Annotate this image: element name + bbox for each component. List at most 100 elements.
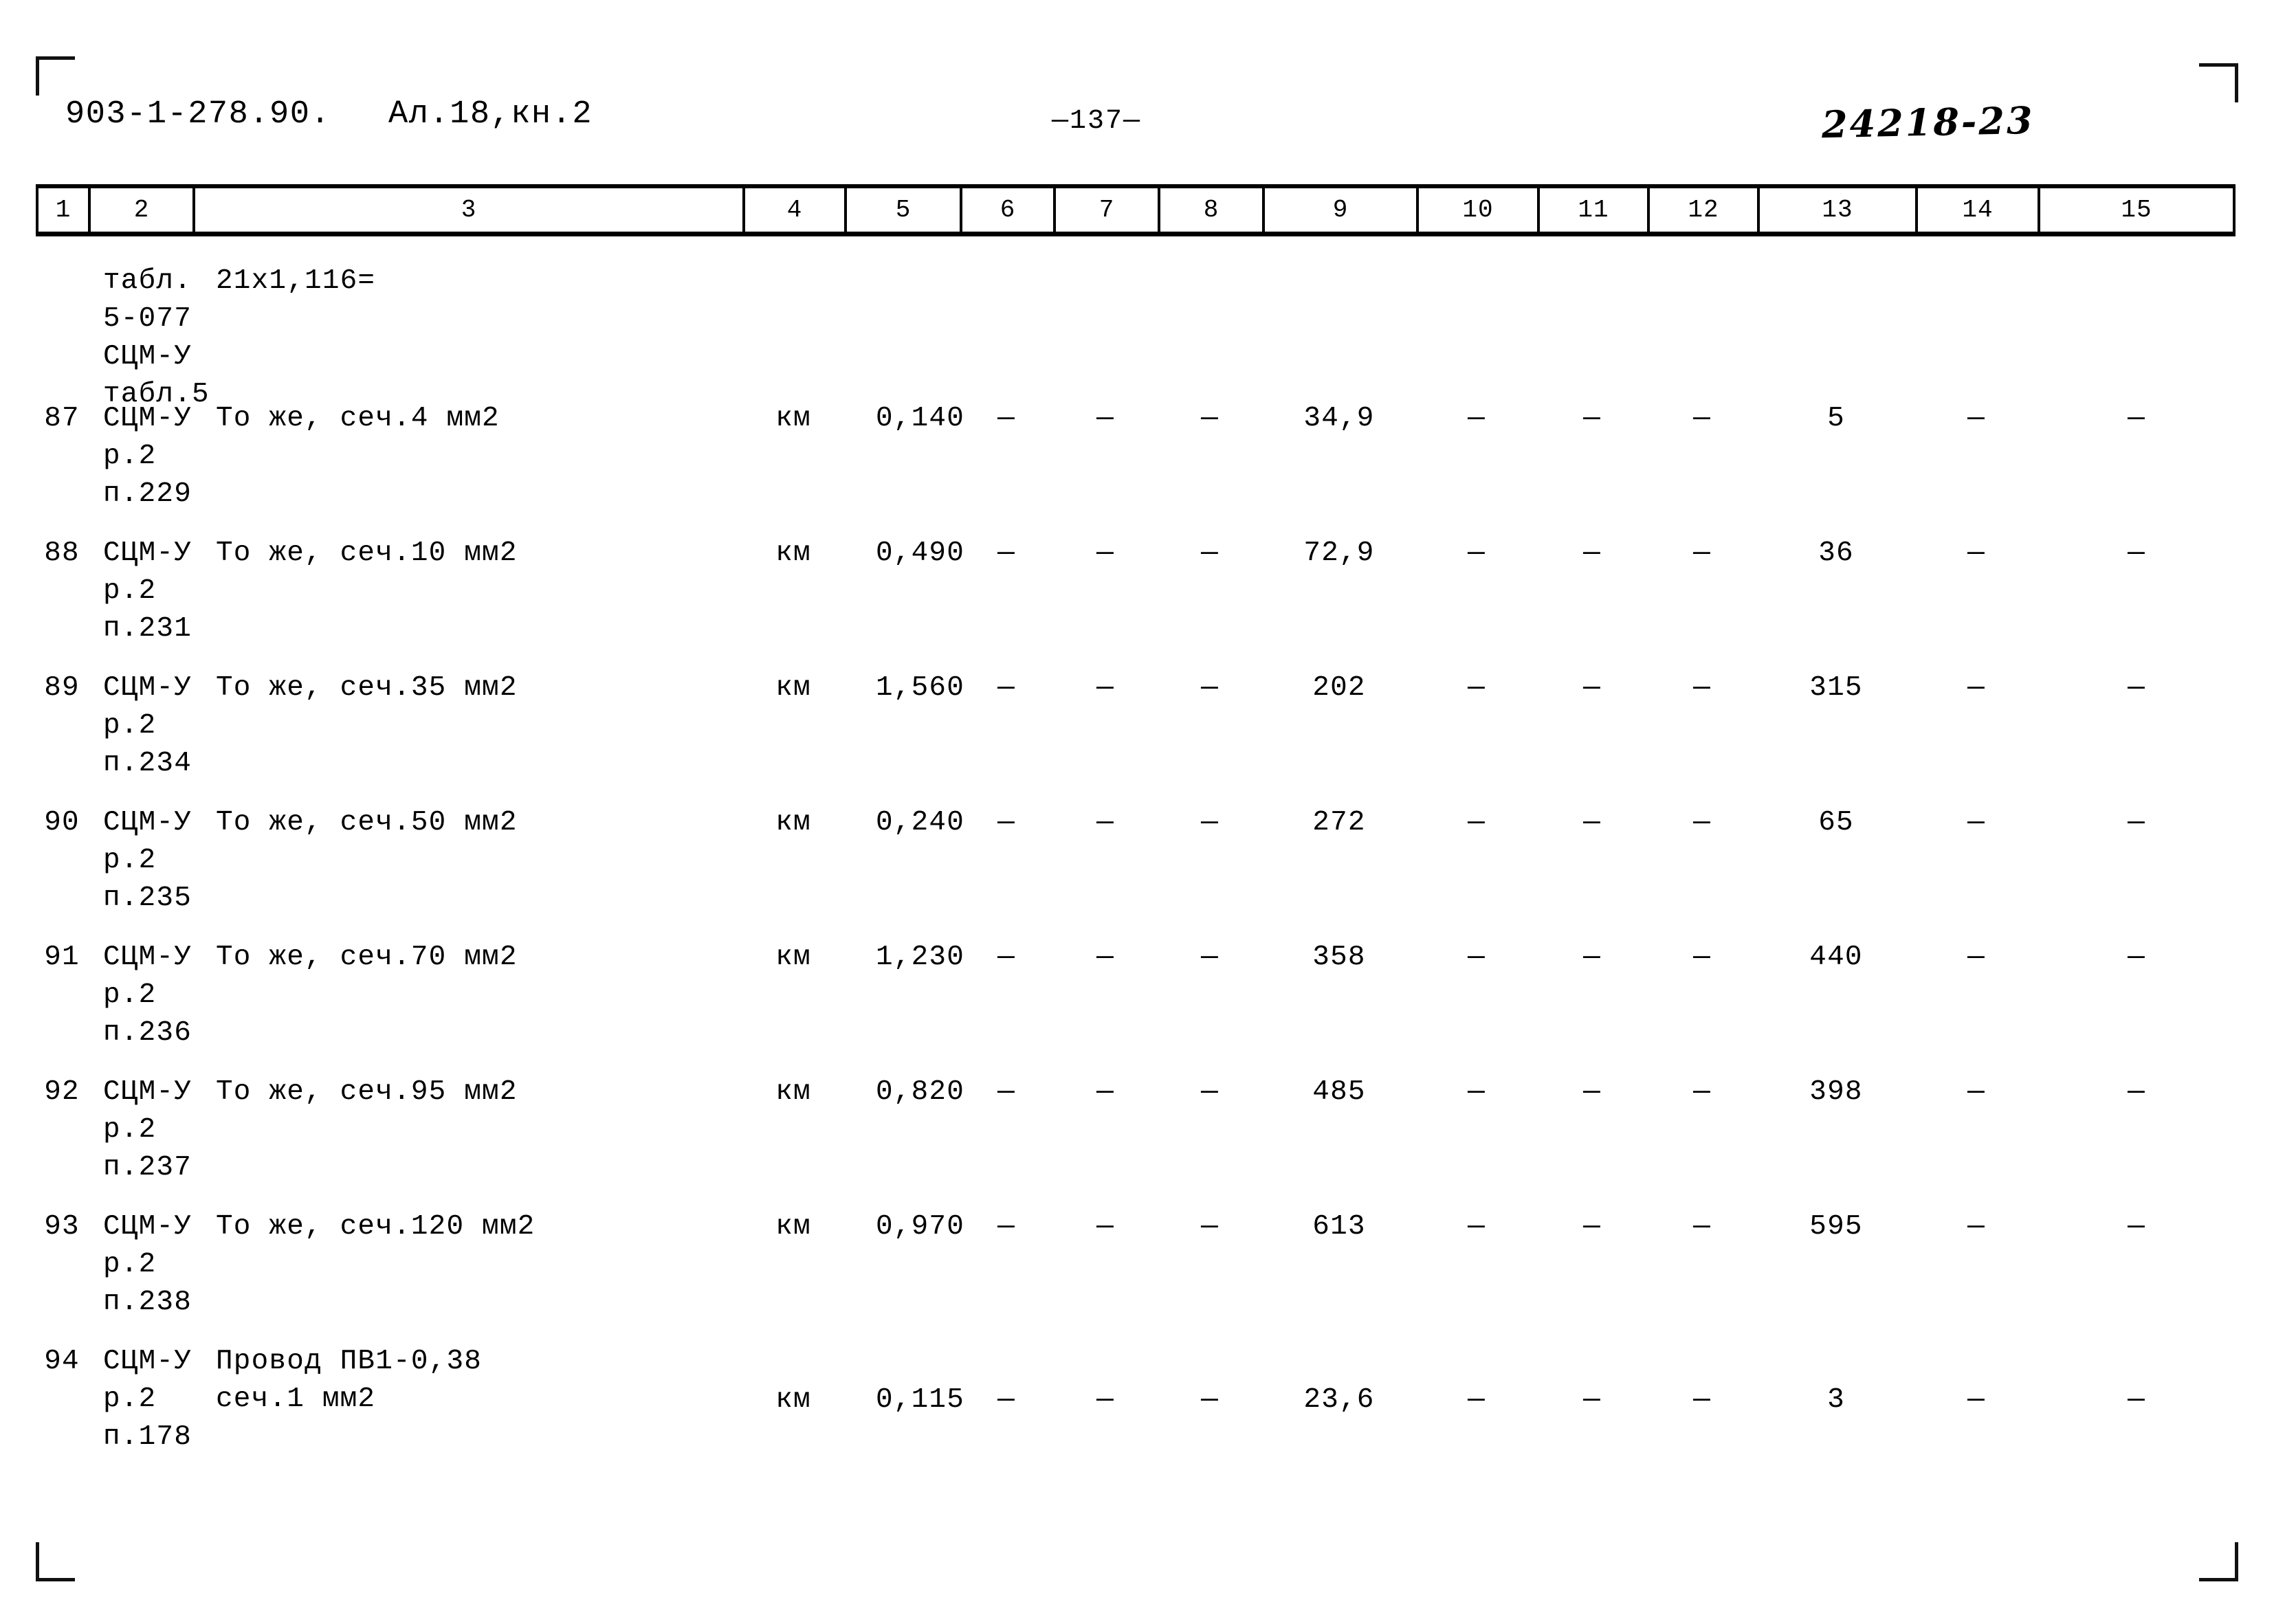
- cell-unit: км: [775, 1211, 811, 1243]
- cell-col6: —: [997, 807, 1015, 838]
- cell-col12: —: [1693, 807, 1711, 838]
- cell-col14: —: [1967, 403, 1985, 434]
- cell-norm-reference: СЦМ-У р.2 п.234: [103, 672, 192, 779]
- cell-col7: —: [1096, 403, 1114, 434]
- cell-quantity: 1,560: [876, 672, 965, 704]
- cell-unit: км: [775, 672, 811, 704]
- cell-quantity: 1,230: [876, 942, 965, 973]
- column-header-3: 3: [195, 188, 745, 232]
- cell-description: То же, сеч.4 мм2: [216, 403, 500, 434]
- cell-unit: км: [775, 537, 811, 569]
- cell-col7: —: [1096, 1384, 1114, 1416]
- cell-unit: [742, 261, 844, 263]
- cell-col13: 36: [1818, 537, 1854, 569]
- cell-col13: 398: [1809, 1076, 1863, 1108]
- document-code: 903-1-278.90.: [65, 96, 331, 133]
- cell-norm-reference: СЦМ-У р.2 п.237: [103, 1076, 192, 1183]
- cell-unit: км: [775, 403, 811, 434]
- cell-col8: —: [1201, 403, 1219, 434]
- cell-position-number: 88: [44, 537, 80, 569]
- cell-unit: км: [775, 1384, 811, 1416]
- cell-col11: —: [1583, 672, 1601, 704]
- table-column-header-row: 1 2 3 4 5 6 7 8 9 10 11 12 13 14 15: [36, 184, 2236, 236]
- cell-col7: [1053, 261, 1158, 263]
- cell-description: То же, сеч.50 мм2: [216, 807, 518, 838]
- cell-col9: 272: [1312, 807, 1366, 838]
- cell-quantity: 0,490: [876, 537, 965, 569]
- cell-col8: —: [1201, 672, 1219, 704]
- cell-col15: —: [2128, 1076, 2145, 1108]
- cell-col13: 65: [1818, 807, 1854, 838]
- cell-position-number: 92: [44, 1076, 80, 1108]
- cell-description: Провод ПВ1-0,38 сеч.1 мм2: [216, 1346, 483, 1415]
- crop-mark-bottom-right: [2199, 1542, 2238, 1581]
- column-header-11: 11: [1540, 188, 1650, 232]
- cell-col11: —: [1583, 1211, 1601, 1243]
- cell-col9: [1262, 261, 1416, 263]
- cell-col6: —: [997, 1076, 1015, 1108]
- crop-mark-bottom-left: [36, 1542, 75, 1581]
- cell-col11: —: [1583, 942, 1601, 973]
- cell-position-number: [36, 261, 88, 263]
- cell-col8: —: [1201, 1384, 1219, 1416]
- page-number: —137—: [1052, 106, 1142, 137]
- cell-col10: —: [1468, 942, 1486, 973]
- cell-col10: —: [1468, 807, 1486, 838]
- cell-col14: —: [1967, 672, 1985, 704]
- cell-col15: —: [2128, 672, 2145, 704]
- column-header-7: 7: [1056, 188, 1160, 232]
- cell-description: То же, сеч.70 мм2: [216, 942, 518, 973]
- cell-col10: —: [1468, 672, 1486, 704]
- cell-col11: —: [1583, 1076, 1601, 1108]
- cell-col11: —: [1583, 537, 1601, 569]
- cell-col8: —: [1201, 537, 1219, 569]
- album-reference: Ал.18,кн.2: [388, 96, 593, 133]
- column-header-15: 15: [2121, 196, 2152, 224]
- cell-norm-reference: СЦМ-У р.2 п.235: [103, 807, 192, 914]
- cell-col11: —: [1583, 403, 1601, 434]
- table-row: 87 СЦМ-У р.2 п.229 То же, сеч.4 мм2 км 0…: [36, 399, 2236, 533]
- cell-col6: [960, 261, 1053, 263]
- cell-quantity: 0,140: [876, 403, 965, 434]
- table-row: табл. 5-077 СЦМ-У табл.5 21х1,116=: [36, 261, 2236, 410]
- cell-col15: [2038, 261, 2236, 263]
- table-row: 89 СЦМ-У р.2 п.234 То же, сеч.35 мм2 км …: [36, 668, 2236, 803]
- cell-norm-reference: табл. 5-077 СЦМ-У табл.5: [103, 265, 210, 410]
- cell-quantity: 0,115: [876, 1384, 965, 1416]
- cell-col14: —: [1967, 1211, 1985, 1243]
- cell-col6: —: [997, 1384, 1015, 1416]
- cell-col14: —: [1967, 537, 1985, 569]
- cell-col6: —: [997, 1211, 1015, 1243]
- cell-position-number: 91: [44, 942, 80, 973]
- scanned-document-page: 903-1-278.90. Ал.18,кн.2 —137— 24218-23 …: [0, 0, 2274, 1624]
- cell-col7: —: [1096, 942, 1114, 973]
- cell-col14: —: [1967, 1384, 1985, 1416]
- cell-unit: км: [775, 807, 811, 838]
- cell-norm-reference: СЦМ-У р.2 п.236: [103, 942, 192, 1049]
- table-row: 92 СЦМ-У р.2 п.237 То же, сеч.95 мм2 км …: [36, 1072, 2236, 1207]
- cell-col15: —: [2128, 942, 2145, 973]
- cell-description: То же, сеч.10 мм2: [216, 537, 518, 569]
- cell-col10: —: [1468, 1211, 1486, 1243]
- cell-col9: 202: [1312, 672, 1366, 704]
- cell-col6: —: [997, 942, 1015, 973]
- cell-col9: 72,9: [1303, 537, 1375, 569]
- cell-position-number: 89: [44, 672, 80, 704]
- column-header-14: 14: [1918, 188, 2040, 232]
- cell-col11: —: [1583, 807, 1601, 838]
- cell-col9: 23,6: [1303, 1384, 1375, 1416]
- cell-col12: —: [1693, 1076, 1711, 1108]
- cell-col9: 34,9: [1303, 403, 1375, 434]
- cell-col7: —: [1096, 807, 1114, 838]
- cell-col9: 613: [1312, 1211, 1366, 1243]
- cell-norm-reference: СЦМ-У р.2 п.178: [103, 1346, 192, 1453]
- document-header: 903-1-278.90. Ал.18,кн.2 —137— 24218-23: [0, 96, 2274, 158]
- cell-col10: —: [1468, 1384, 1486, 1416]
- column-header-13: 13: [1760, 188, 1918, 232]
- cell-norm-reference: СЦМ-У р.2 п.231: [103, 537, 192, 645]
- cell-col15: —: [2128, 1211, 2145, 1243]
- column-header-2: 2: [91, 188, 195, 232]
- cell-col14: —: [1967, 807, 1985, 838]
- cell-position-number: 90: [44, 807, 80, 838]
- cell-description: То же, сеч.95 мм2: [216, 1076, 518, 1108]
